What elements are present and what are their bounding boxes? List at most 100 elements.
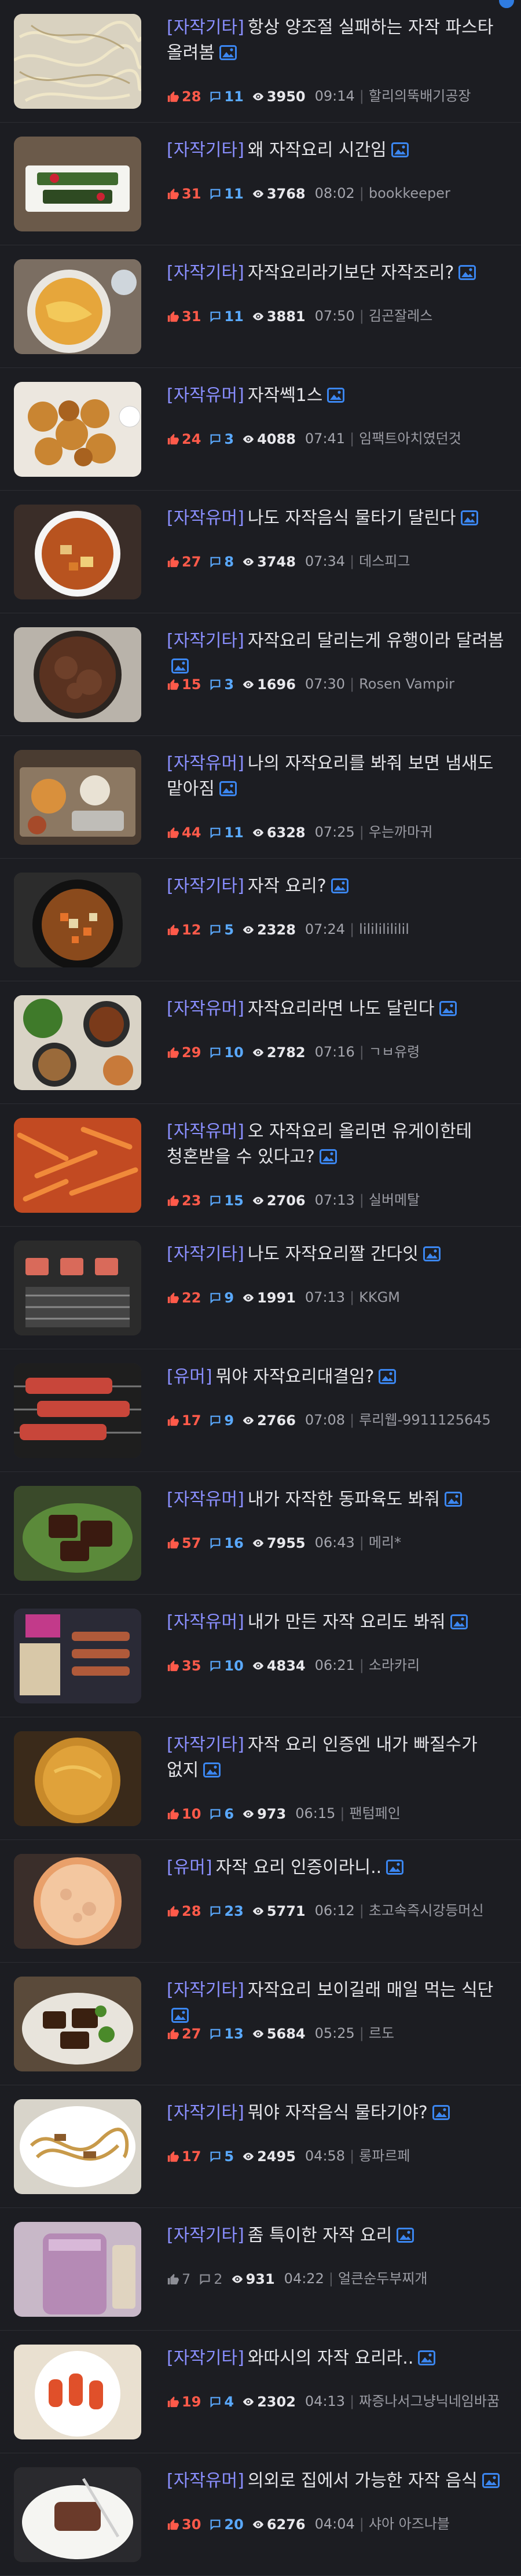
- post-title[interactable]: [자작기타] 와따시의 자작 요리라..: [167, 2346, 512, 2371]
- post-author[interactable]: 할리의뚝배기공장: [369, 88, 471, 104]
- post-row[interactable]: [자작기타] 나도 자작요리짤 간다잇 22 9 1991 07:13 | KKGM: [0, 1227, 521, 1349]
- post-author[interactable]: 르도: [369, 2025, 394, 2041]
- post-time: 07:24: [304, 921, 346, 937]
- post-title[interactable]: [자작유머] 나도 자작음식 물타기 달린다: [167, 506, 512, 531]
- post-thumbnail[interactable]: [14, 2099, 141, 2194]
- post-author[interactable]: 실버메탈: [369, 1192, 420, 1208]
- post-row[interactable]: [자작기타] 자작 요리 인증엔 내가 빠질수가 없지 10 6 973 06:15 | 팬텀…: [0, 1717, 521, 1840]
- post-thumbnail[interactable]: [14, 1486, 141, 1581]
- post-title[interactable]: [자작기타] 왜 자작요리 시간임: [167, 138, 512, 163]
- post-title[interactable]: [자작기타] 자작요리 달리는게 유행이라 달려봄: [167, 628, 512, 679]
- post-thumbnail[interactable]: [14, 750, 141, 845]
- post-thumbnail[interactable]: [14, 2222, 141, 2317]
- post-thumbnail[interactable]: [14, 873, 141, 967]
- post-author[interactable]: lilililililil: [359, 921, 409, 937]
- post-thumbnail[interactable]: [14, 1854, 141, 1949]
- post-title-text: 자작요리라기보단 자작조리?: [247, 263, 454, 283]
- post-row[interactable]: [자작기타] 자작요리 달리는게 유행이라 달려봄 15 3 1696 07:30 | Ros…: [0, 613, 521, 736]
- post-row[interactable]: [자작기타] 좀 특이한 자작 요리 7 2 931 04:22 | 얼큰순두부찌개: [0, 2208, 521, 2331]
- post-row[interactable]: [자작유머] 자작쎅1스 24 3 4088 07:41 | 임팩트아치였던것: [0, 368, 521, 491]
- like-count: 23: [167, 1192, 201, 1209]
- post-title[interactable]: [자작유머] 의외로 집에서 가능한 자작 음식: [167, 2468, 512, 2494]
- post-author[interactable]: 루리웹-9911125645: [359, 1412, 491, 1428]
- view-count-value: 6328: [266, 824, 306, 841]
- post-thumbnail[interactable]: [14, 2467, 141, 2562]
- post-title[interactable]: [자작기타] 자작요리 보이길래 매일 먹는 식단: [167, 1978, 512, 2029]
- post-title[interactable]: [자작유머] 내가 자작한 동파육도 봐줘: [167, 1487, 512, 1513]
- eye-icon: [242, 678, 255, 691]
- post-thumbnail[interactable]: [14, 259, 141, 354]
- post-thumbnail[interactable]: [14, 627, 141, 722]
- post-row[interactable]: [자작기타] 뭐야 자작음식 물타기야? 17 5 2495 04:58 | 롱파르페: [0, 2085, 521, 2208]
- post-row[interactable]: [자작기타] 자작요리 보이길래 매일 먹는 식단 27 13 5684 05:25 | 르도: [0, 1963, 521, 2085]
- post-title[interactable]: [유머] 뭐야 자작요리대결임?: [167, 1364, 512, 1390]
- eye-icon: [252, 826, 265, 839]
- post-meta: 7 2 931 04:22 | 얼큰순두부찌개: [167, 2269, 428, 2288]
- post-author[interactable]: 데스피그: [359, 553, 410, 569]
- like-count-value: 27: [182, 2025, 201, 2042]
- post-thumbnail[interactable]: [14, 995, 141, 1090]
- post-row[interactable]: [자작유머] 오 자작요리 올리면 유게이한테 청혼받을 수 있다고? 23 15 27…: [0, 1104, 521, 1227]
- post-row[interactable]: [자작유머] 나의 자작요리를 봐줘 보면 냄새도 맡아짐 44 11 6328 07:2…: [0, 736, 521, 859]
- post-author[interactable]: 짜증나서그냥닉네임바꿈: [359, 2393, 500, 2409]
- like-count: 28: [167, 88, 201, 105]
- post-title[interactable]: [자작기타] 자작 요리 인증엔 내가 빠질수가 없지: [167, 1732, 512, 1783]
- notification-badge[interactable]: [498, 0, 515, 9]
- post-title[interactable]: [자작기타] 자작요리라기보단 자작조리?: [167, 260, 512, 286]
- post-author[interactable]: 롱파르페: [359, 2148, 410, 2164]
- post-thumbnail[interactable]: [14, 382, 141, 477]
- post-title[interactable]: [자작기타] 나도 자작요리짤 간다잇: [167, 1242, 512, 1267]
- post-thumbnail[interactable]: [14, 1731, 141, 1826]
- post-row[interactable]: [유머] 자작 요리 인증이라니.. 28 23 5771 06:12 | 초고속즉시강등머신: [0, 1840, 521, 1963]
- post-thumbnail[interactable]: [14, 14, 141, 109]
- post-author[interactable]: 김곤잘레스: [369, 308, 432, 324]
- view-count-value: 2302: [257, 2393, 296, 2410]
- post-author[interactable]: Rosen Vampir: [359, 676, 454, 692]
- post-title[interactable]: [자작기타] 뭐야 자작음식 물타기야?: [167, 2100, 512, 2126]
- like-count: 31: [167, 185, 201, 202]
- post-author[interactable]: KKGM: [359, 1289, 400, 1305]
- post-row[interactable]: [자작기타] 항상 양조절 실패하는 자작 파스타 올려봄 28 11 3950 09:1…: [0, 0, 521, 123]
- post-title[interactable]: [자작유머] 내가 만든 자작 요리도 봐줘: [167, 1610, 512, 1635]
- post-thumbnail[interactable]: [14, 1241, 141, 1335]
- post-title[interactable]: [자작유머] 자작요리라면 나도 달린다: [167, 996, 512, 1022]
- post-row[interactable]: [자작기타] 왜 자작요리 시간임 31 11 3768 08:02 | bookkeeper: [0, 123, 521, 245]
- post-row[interactable]: [유머] 뭐야 자작요리대결임? 17 9 2766 07:08 | 루리웹-99111256…: [0, 1349, 521, 1472]
- post-row[interactable]: [자작유머] 내가 만든 자작 요리도 봐줘 35 10 4834 06:21 | 소라카리: [0, 1595, 521, 1717]
- post-title[interactable]: [자작기타] 좀 특이한 자작 요리: [167, 2223, 512, 2249]
- post-title[interactable]: [자작기타] 항상 양조절 실패하는 자작 파스타 올려봄: [167, 15, 512, 66]
- post-title[interactable]: [자작유머] 나의 자작요리를 봐줘 보면 냄새도 맡아짐: [167, 751, 512, 802]
- post-title[interactable]: [자작기타] 자작 요리?: [167, 874, 512, 899]
- post-author[interactable]: 우는까마귀: [369, 824, 432, 840]
- post-thumbnail[interactable]: [14, 505, 141, 599]
- post-thumbnail[interactable]: [14, 2345, 141, 2439]
- post-author[interactable]: 팬텀페인: [349, 1805, 400, 1821]
- post-thumbnail[interactable]: [14, 1609, 141, 1703]
- post-author[interactable]: 샤아 아즈나블: [369, 2516, 450, 2532]
- post-title[interactable]: [자작유머] 오 자작요리 올리면 유게이한테 청혼받을 수 있다고?: [167, 1119, 512, 1170]
- post-row[interactable]: [자작기타] 와따시의 자작 요리라.. 19 4 2302 04:13 | 짜증나서그냥닉네…: [0, 2331, 521, 2453]
- thumbs-up-icon: [167, 1194, 179, 1207]
- post-author[interactable]: bookkeeper: [369, 185, 450, 201]
- post-row[interactable]: [자작유머] 의외로 집에서 가능한 자작 음식 30 20 6276 04:04 | 샤아 …: [0, 2453, 521, 2576]
- post-title[interactable]: [유머] 자작 요리 인증이라니..: [167, 1855, 512, 1881]
- post-author[interactable]: 메리*: [369, 1534, 401, 1551]
- like-count-value: 7: [182, 2270, 191, 2287]
- post-author[interactable]: 소라카리: [369, 1657, 420, 1673]
- post-thumbnail[interactable]: [14, 1363, 141, 1458]
- post-author[interactable]: 얼큰순두부찌개: [338, 2270, 428, 2287]
- post-thumbnail[interactable]: [14, 1118, 141, 1213]
- post-row[interactable]: [자작유머] 내가 자작한 동파육도 봐줘 57 16 7955 06:43 | 메리*: [0, 1472, 521, 1595]
- post-row[interactable]: [자작기타] 자작 요리? 12 5 2328 07:24 | lilililililil: [0, 859, 521, 981]
- post-author[interactable]: 임팩트아치였던것: [359, 430, 461, 447]
- post-thumbnail[interactable]: [14, 137, 141, 231]
- post-row[interactable]: [자작유머] 나도 자작음식 물타기 달린다 27 8 3748 07:34 | 데스피그: [0, 491, 521, 613]
- image-attachment-icon: [331, 878, 348, 893]
- post-title[interactable]: [자작유머] 자작쎅1스: [167, 383, 512, 409]
- post-author[interactable]: ㄱㅂ유령: [369, 1044, 420, 1060]
- post-row[interactable]: [자작유머] 자작요리라면 나도 달린다 29 10 2782 07:16 | ㄱㅂ유령: [0, 981, 521, 1104]
- post-thumbnail[interactable]: [14, 1977, 141, 2071]
- post-row[interactable]: [자작기타] 자작요리라기보단 자작조리? 31 11 3881 07:50 | 김곤잘레스: [0, 245, 521, 368]
- post-author[interactable]: 초고속즉시강등머신: [369, 1902, 484, 1919]
- view-count-value: 5684: [266, 2025, 306, 2042]
